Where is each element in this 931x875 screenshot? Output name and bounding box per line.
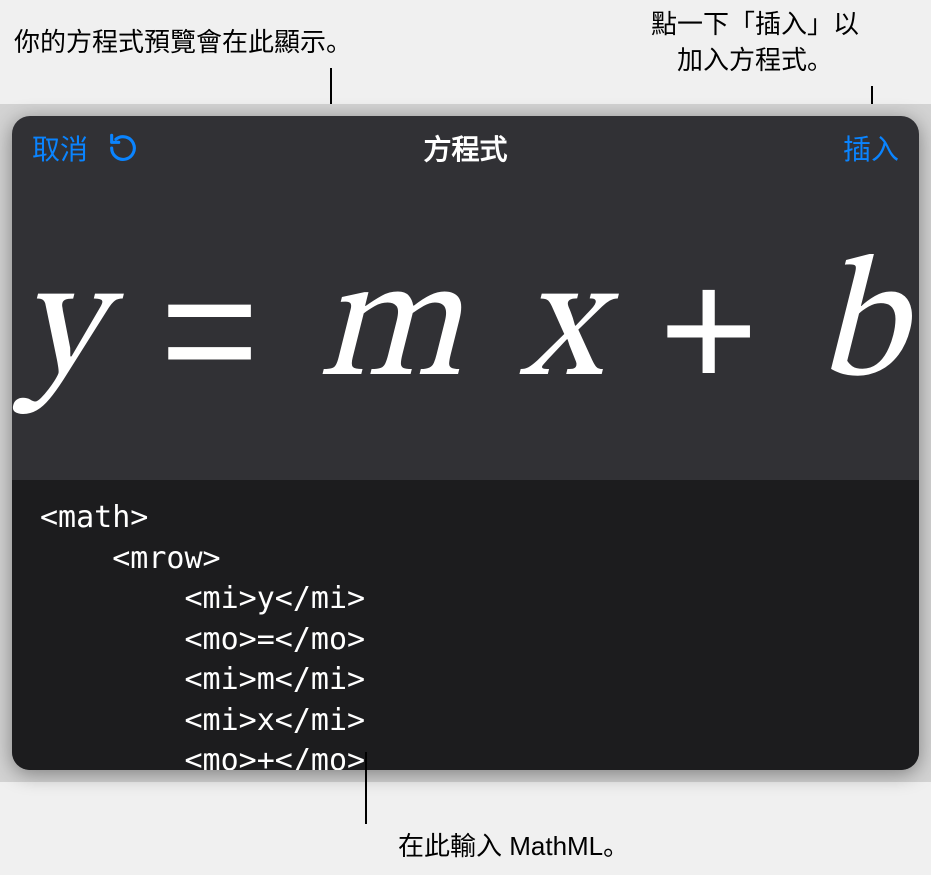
code-line: <mi>y</mi> [40, 581, 365, 616]
equation-render: y = m x + b [20, 245, 911, 415]
equation-preview: y = m x + b [12, 180, 919, 480]
eq-equals: = [160, 245, 265, 415]
code-line: <mo>+</mo> [40, 743, 365, 770]
code-line: <math> [40, 500, 148, 535]
equation-editor-sheet: 取消 方程式 插入 y = m [12, 116, 919, 770]
code-line: <mo>=</mo> [40, 622, 365, 657]
titlebar-right: 插入 [699, 128, 899, 168]
callout-input-leader [365, 752, 367, 824]
titlebar-left: 取消 [32, 128, 232, 168]
insert-button[interactable]: 插入 [843, 134, 899, 165]
eq-y: y [20, 245, 108, 415]
callout-preview-text: 你的方程式預覽會在此顯示。 [14, 24, 352, 60]
eq-b: b [816, 245, 911, 415]
mathml-input[interactable]: <math> <mrow> <mi>y</mi> <mo>=</mo> <mi>… [12, 480, 919, 770]
eq-x: x [520, 245, 607, 415]
cancel-button[interactable]: 取消 [32, 128, 88, 168]
eq-plus: + [659, 245, 764, 415]
undo-icon[interactable] [106, 131, 140, 165]
diagram-canvas: 你的方程式預覽會在此顯示。 點一下「插入」以 加入方程式。 取消 方程式 [0, 0, 931, 875]
code-line: <mi>x</mi> [40, 703, 365, 738]
page-title: 方程式 [232, 128, 699, 168]
callout-input-text: 在此輸入 MathML。 [398, 828, 629, 864]
callout-insert-text-line1: 點一下「插入」以 [600, 6, 910, 42]
callout-insert-text-line2: 加入方程式。 [600, 42, 910, 78]
titlebar: 取消 方程式 插入 [12, 116, 919, 180]
code-line: <mi>m</mi> [40, 662, 365, 697]
code-line: <mrow> [40, 541, 221, 576]
eq-m: m [317, 245, 468, 415]
sheet-frame: 取消 方程式 插入 y = m [0, 104, 931, 782]
